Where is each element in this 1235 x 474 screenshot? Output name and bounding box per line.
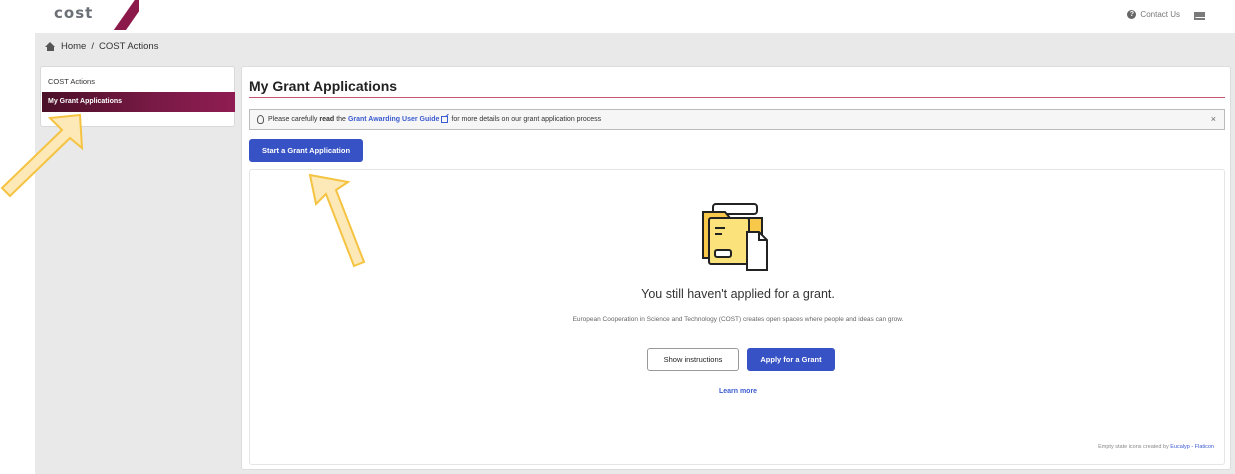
sidebar-title[interactable]: COST Actions <box>48 77 95 86</box>
sidebar-item-my-grant-applications[interactable]: My Grant Applications <box>42 92 235 112</box>
home-icon[interactable] <box>45 41 56 51</box>
title-divider <box>249 97 1225 98</box>
empty-state-actions: Show instructions Apply for a Grant <box>647 348 835 371</box>
credit-prefix: Empty state icons created by <box>1098 444 1169 450</box>
apply-for-grant-button[interactable]: Apply for a Grant <box>747 348 835 371</box>
page-title: My Grant Applications <box>249 78 398 94</box>
start-grant-application-button[interactable]: Start a Grant Application <box>249 139 363 162</box>
credit-link[interactable]: Eucalyp - Flaticon <box>1170 444 1214 450</box>
mail-icon[interactable] <box>1194 12 1205 20</box>
main-content: My Grant Applications Please carefully r… <box>241 66 1231 470</box>
annotation-arrow-sidebar <box>0 113 84 198</box>
breadcrumb-separator: / <box>91 40 94 52</box>
lightbulb-icon <box>257 115 264 124</box>
folder-document-icon <box>702 203 768 271</box>
page-area: COST Actions My Grant Applications My Gr… <box>35 59 1235 474</box>
alert-middle: the <box>336 116 346 123</box>
info-alert: Please carefully read the Grant Awarding… <box>249 109 1225 130</box>
question-icon: ? <box>1127 10 1137 19</box>
alert-suffix: for more details on our grant applicatio… <box>451 116 602 123</box>
external-link-icon[interactable] <box>441 116 449 123</box>
empty-state-description: European Cooperation in Science and Tech… <box>572 316 904 323</box>
alert-prefix: Please carefully <box>268 116 318 123</box>
contact-us-link[interactable]: ? Contact Us <box>1127 10 1180 19</box>
empty-state-title: You still haven't applied for a grant. <box>641 287 835 301</box>
cost-logo[interactable]: cost <box>42 4 94 28</box>
logo-text: cost <box>54 4 94 22</box>
annotation-arrow-start-button <box>308 173 366 268</box>
learn-more-link[interactable]: Learn more <box>250 388 1226 395</box>
show-instructions-button[interactable]: Show instructions <box>647 348 739 371</box>
top-bar: cost ? Contact Us <box>35 0 1235 33</box>
empty-state-card: You still haven't applied for a grant. E… <box>249 169 1225 465</box>
user-guide-link[interactable]: Grant Awarding User Guide <box>348 116 439 123</box>
close-icon[interactable]: × <box>1211 114 1216 124</box>
contact-us-label: Contact Us <box>1140 10 1180 19</box>
breadcrumb-home[interactable]: Home <box>61 41 86 52</box>
breadcrumb: Home / COST Actions <box>35 33 1235 59</box>
icon-credit: Empty state icons created by Eucalyp - F… <box>1098 444 1214 450</box>
alert-bold: read <box>319 116 335 123</box>
breadcrumb-current[interactable]: COST Actions <box>99 41 159 52</box>
logo-ribbon <box>109 0 139 30</box>
